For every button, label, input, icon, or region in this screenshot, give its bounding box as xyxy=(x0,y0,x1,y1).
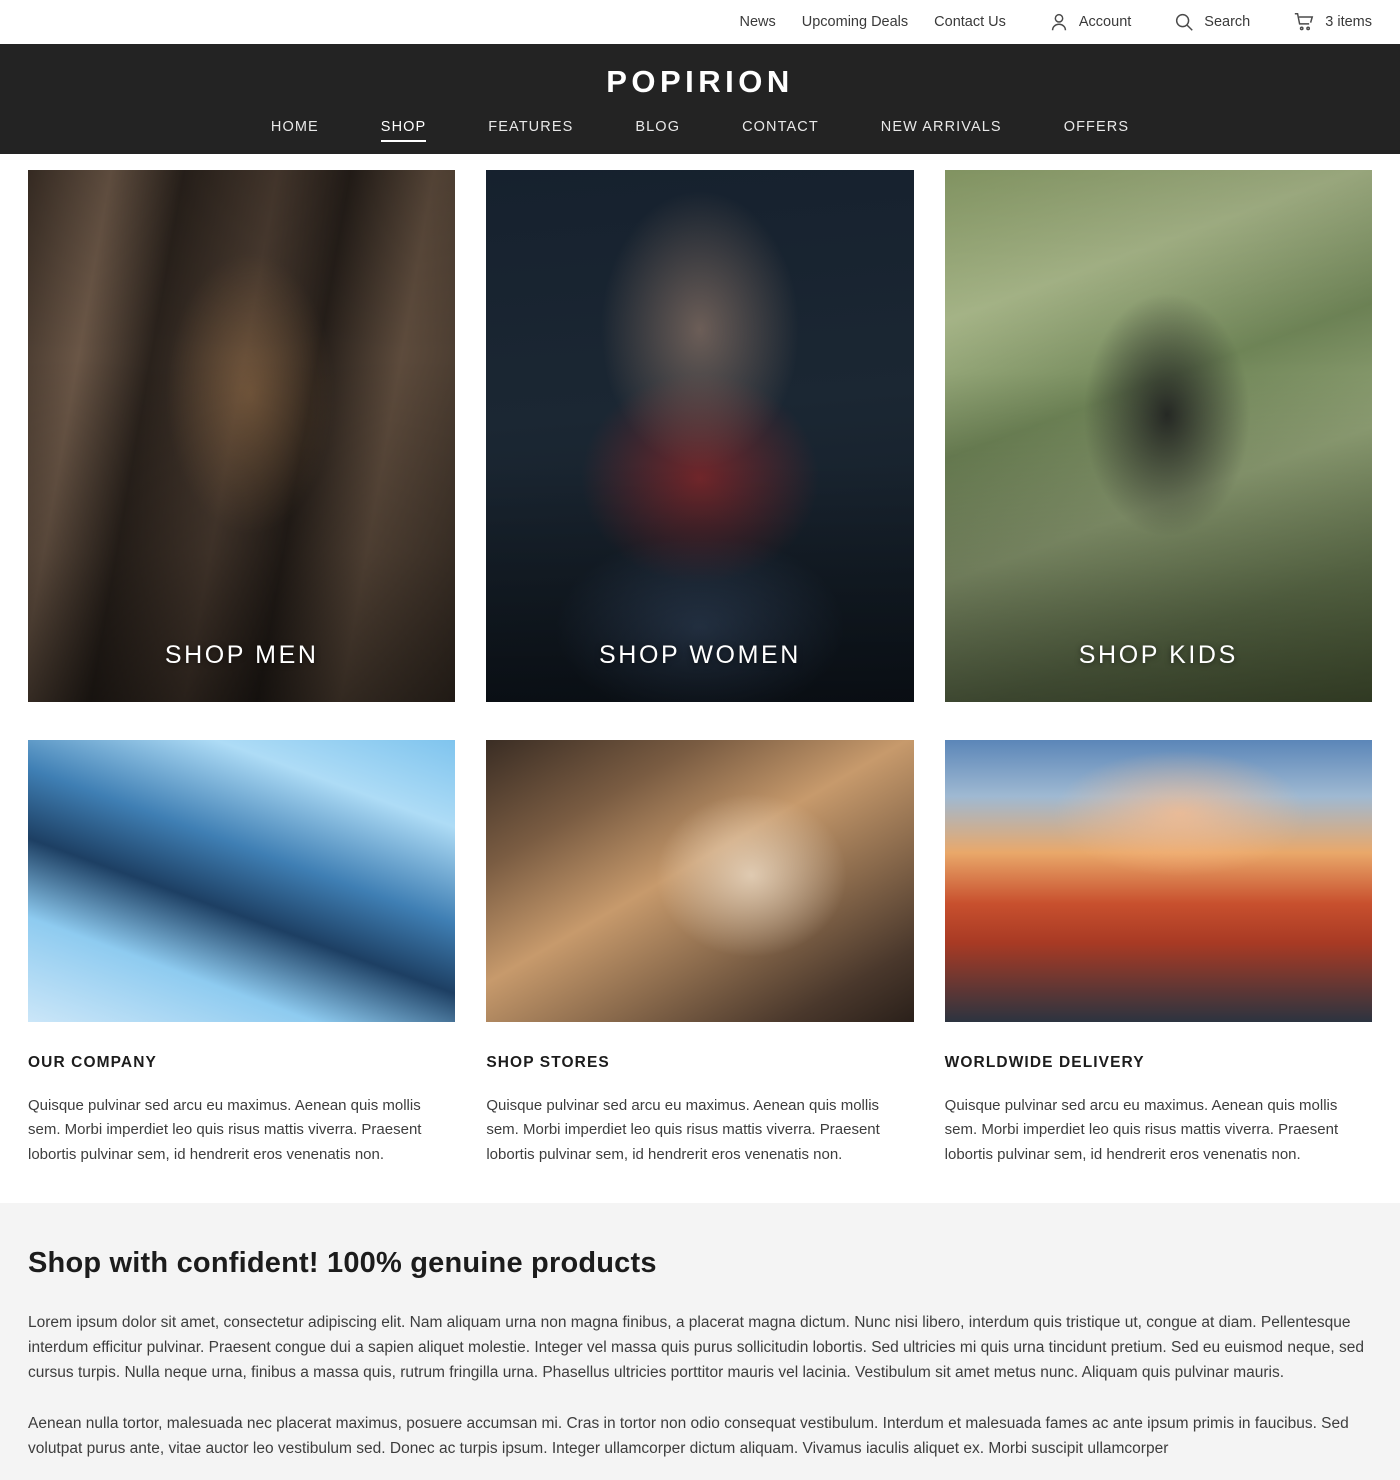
category-tile-men[interactable]: SHOP MEN xyxy=(28,170,456,702)
nav-item-features[interactable]: FEATURES xyxy=(488,119,573,142)
nav-item-offers[interactable]: OFFERS xyxy=(1064,119,1129,142)
shop-stores-photo xyxy=(486,740,914,1022)
category-label-women: SHOP WOMEN xyxy=(599,641,801,669)
feature-card-shop-stores: SHOP STORES Quisque pulvinar sed arcu eu… xyxy=(486,740,914,1167)
category-tile-kids[interactable]: SHOP KIDS xyxy=(944,170,1372,702)
shop-kids-photo xyxy=(944,170,1372,702)
promo-title: Shop with confident! 100% genuine produc… xyxy=(28,1246,657,1279)
nav-item-blog[interactable]: BLOG xyxy=(635,119,680,142)
feature-title-worldwide-delivery: WORLDWIDE DELIVERY xyxy=(944,1054,1145,1071)
utility-link-news[interactable]: News xyxy=(740,14,776,30)
category-label-kids: SHOP KIDS xyxy=(1078,641,1238,669)
site-header: POPIRION HOME SHOP FEATURES BLOG CONTACT… xyxy=(0,44,1400,154)
category-tile-women[interactable]: SHOP WOMEN xyxy=(486,170,914,702)
promo-paragraph-2: Aenean nulla tortor, malesuada nec place… xyxy=(28,1415,1349,1458)
utility-link-contact-us[interactable]: Contact Us xyxy=(934,14,1006,30)
feature-card-worldwide-delivery: WORLDWIDE DELIVERY Quisque pulvinar sed … xyxy=(944,740,1372,1167)
brand-logo[interactable]: POPIRION xyxy=(606,66,794,97)
feature-card-row: OUR COMPANY Quisque pulvinar sed arcu eu… xyxy=(28,740,1372,1167)
person-icon xyxy=(1048,11,1070,33)
cart-icon xyxy=(1292,11,1316,33)
account-button[interactable]: Account xyxy=(1048,11,1131,33)
feature-card-our-company: OUR COMPANY Quisque pulvinar sed arcu eu… xyxy=(28,740,456,1167)
page-content: SHOP MEN SHOP WOMEN SHOP KIDS OUR COMPAN… xyxy=(0,170,1400,1167)
promo-section: Shop with confident! 100% genuine produc… xyxy=(0,1202,1400,1480)
search-button[interactable]: Search xyxy=(1173,11,1250,33)
cart-button[interactable]: 3 items xyxy=(1292,11,1372,33)
promo-paragraph-1: Lorem ipsum dolor sit amet, consectetur … xyxy=(28,1313,1365,1382)
our-company-photo xyxy=(28,740,456,1022)
search-label: Search xyxy=(1204,14,1251,30)
main-navigation: HOME SHOP FEATURES BLOG CONTACT NEW ARRI… xyxy=(240,119,1160,142)
nav-item-new-arrivals[interactable]: NEW ARRIVALS xyxy=(881,119,1002,142)
shop-men-photo xyxy=(28,170,456,702)
nav-item-contact[interactable]: CONTACT xyxy=(742,119,819,142)
category-label-men: SHOP MEN xyxy=(164,641,319,669)
search-icon xyxy=(1173,11,1195,33)
feature-title-our-company: OUR COMPANY xyxy=(28,1054,157,1071)
category-tile-row: SHOP MEN SHOP WOMEN SHOP KIDS xyxy=(28,170,1372,702)
cart-count-label: 3 items xyxy=(1325,14,1372,30)
feature-body-our-company: Quisque pulvinar sed arcu eu maximus. Ae… xyxy=(28,1097,422,1163)
feature-body-worldwide-delivery: Quisque pulvinar sed arcu eu maximus. Ae… xyxy=(944,1097,1339,1163)
utility-link-upcoming-deals[interactable]: Upcoming Deals xyxy=(802,14,908,30)
shop-women-photo xyxy=(486,170,914,702)
account-label: Account xyxy=(1078,14,1132,30)
feature-body-shop-stores: Quisque pulvinar sed arcu eu maximus. Ae… xyxy=(486,1097,880,1163)
nav-item-home[interactable]: HOME xyxy=(271,119,319,142)
feature-title-shop-stores: SHOP STORES xyxy=(486,1054,610,1071)
nav-item-shop[interactable]: SHOP xyxy=(380,119,427,142)
worldwide-delivery-photo xyxy=(944,740,1372,1022)
utility-bar: News Upcoming Deals Contact Us Account S… xyxy=(0,0,1400,44)
